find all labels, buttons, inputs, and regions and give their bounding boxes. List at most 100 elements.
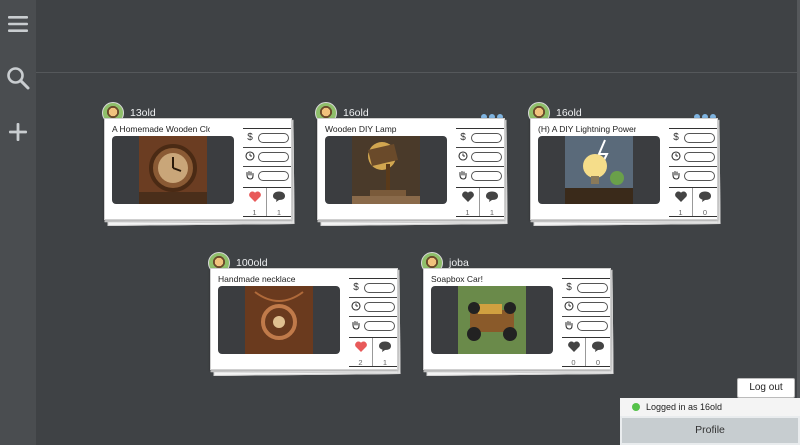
- post-image[interactable]: [325, 136, 447, 204]
- post-thumbnail: [352, 136, 420, 204]
- post-stats: 1 0: [669, 187, 717, 217]
- more-options-icon[interactable]: [694, 107, 718, 120]
- post-stats: 0 0: [562, 337, 610, 367]
- comment-button[interactable]: 1: [373, 338, 397, 367]
- comment-count: 0: [595, 358, 601, 367]
- like-count: 1: [678, 208, 683, 217]
- post-thumbnail: [139, 136, 207, 204]
- meta-row: $: [456, 128, 504, 147]
- like-button[interactable]: 1: [669, 188, 693, 217]
- comment-count: 1: [276, 208, 282, 217]
- comment-button[interactable]: 1: [267, 188, 291, 217]
- meta-pill: [577, 283, 608, 293]
- meta-row: [669, 166, 717, 185]
- meta-row: [349, 316, 397, 335]
- meta-pill: [577, 302, 608, 312]
- post-thumbnail: [245, 286, 313, 354]
- post-body[interactable]: Soapbox Car! $ 0 0: [423, 268, 611, 370]
- card-stack: (H) A DIY Lightning Power $ 1 0: [530, 118, 721, 226]
- dollar-icon: $: [673, 132, 679, 143]
- hand-icon: [564, 320, 574, 332]
- comment-icon: [592, 341, 604, 352]
- post-stats: 2 1: [349, 337, 397, 367]
- comment-icon: [273, 191, 285, 202]
- meta-pill: [684, 171, 715, 181]
- meta-row: [562, 297, 610, 316]
- meta-row: [669, 147, 717, 166]
- meta-pill: [364, 283, 395, 293]
- heart-icon: [674, 191, 687, 202]
- post-thumbnail: [565, 136, 633, 204]
- sidebar: [0, 0, 36, 445]
- clock-icon: [564, 301, 574, 313]
- post-meta: $: [243, 128, 291, 185]
- meta-row: [349, 297, 397, 316]
- post-body[interactable]: A Homemade Wooden Clock $ 1: [104, 118, 292, 220]
- logout-button[interactable]: Log out: [737, 378, 795, 398]
- search-icon[interactable]: [4, 64, 32, 92]
- like-button[interactable]: 1: [243, 188, 267, 217]
- like-button[interactable]: 0: [562, 338, 586, 367]
- header-divider: [36, 72, 800, 73]
- heart-icon: [248, 191, 261, 202]
- comment-button[interactable]: 0: [693, 188, 717, 217]
- like-count: 0: [571, 358, 576, 367]
- like-button[interactable]: 1: [456, 188, 480, 217]
- login-status-text: Logged in as 16old: [646, 402, 723, 412]
- post-title: Wooden DIY Lamp: [325, 124, 397, 134]
- profile-button[interactable]: Profile: [620, 416, 800, 445]
- post-stats: 1 1: [243, 187, 291, 217]
- meta-pill: [258, 152, 289, 162]
- heart-icon: [461, 191, 474, 202]
- meta-row: $: [243, 128, 291, 147]
- card-stack: Wooden DIY Lamp $ 1 1: [317, 118, 508, 226]
- comment-icon: [379, 341, 391, 352]
- like-button[interactable]: 2: [349, 338, 373, 367]
- post-title: A Homemade Wooden Clock: [112, 124, 210, 134]
- meta-row: [456, 147, 504, 166]
- clock-icon: [351, 301, 361, 313]
- comment-icon: [486, 191, 498, 202]
- comment-button[interactable]: 1: [480, 188, 504, 217]
- post-body[interactable]: (H) A DIY Lightning Power $ 1 0: [530, 118, 718, 220]
- post-title: Soapbox Car!: [431, 274, 483, 284]
- hand-icon: [351, 320, 361, 332]
- clock-icon: [458, 151, 468, 163]
- heart-icon: [567, 341, 580, 352]
- post-meta: $: [562, 278, 610, 335]
- hand-icon: [458, 170, 468, 182]
- post-image[interactable]: [538, 136, 660, 204]
- clock-icon: [671, 151, 681, 163]
- card-stack: Handmade necklace $ 2 1: [210, 268, 401, 376]
- post-image[interactable]: [431, 286, 553, 354]
- plus-icon[interactable]: [4, 118, 32, 146]
- meta-row: [456, 166, 504, 185]
- clock-icon: [245, 151, 255, 163]
- post-meta: $: [669, 128, 717, 185]
- meta-pill: [471, 152, 502, 162]
- post-meta: $: [349, 278, 397, 335]
- menu-icon[interactable]: [4, 10, 32, 38]
- meta-pill: [471, 133, 502, 143]
- post-title: (H) A DIY Lightning Power: [538, 124, 636, 134]
- post-title: Handmade necklace: [218, 274, 296, 284]
- comment-count: 1: [382, 358, 388, 367]
- comment-button[interactable]: 0: [586, 338, 610, 367]
- post-body[interactable]: Handmade necklace $ 2 1: [210, 268, 398, 370]
- dollar-icon: $: [353, 282, 359, 293]
- more-options-icon[interactable]: [481, 107, 505, 120]
- post-image[interactable]: [112, 136, 234, 204]
- meta-pill: [471, 171, 502, 181]
- dollar-icon: $: [566, 282, 572, 293]
- meta-row: $: [349, 278, 397, 297]
- post-body[interactable]: Wooden DIY Lamp $ 1 1: [317, 118, 505, 220]
- meta-row: [243, 147, 291, 166]
- dollar-icon: $: [460, 132, 466, 143]
- post-meta: $: [456, 128, 504, 185]
- meta-row: $: [669, 128, 717, 147]
- online-status-icon: [632, 403, 640, 411]
- meta-pill: [258, 171, 289, 181]
- hand-icon: [245, 170, 255, 182]
- post-image[interactable]: [218, 286, 340, 354]
- dollar-icon: $: [247, 132, 253, 143]
